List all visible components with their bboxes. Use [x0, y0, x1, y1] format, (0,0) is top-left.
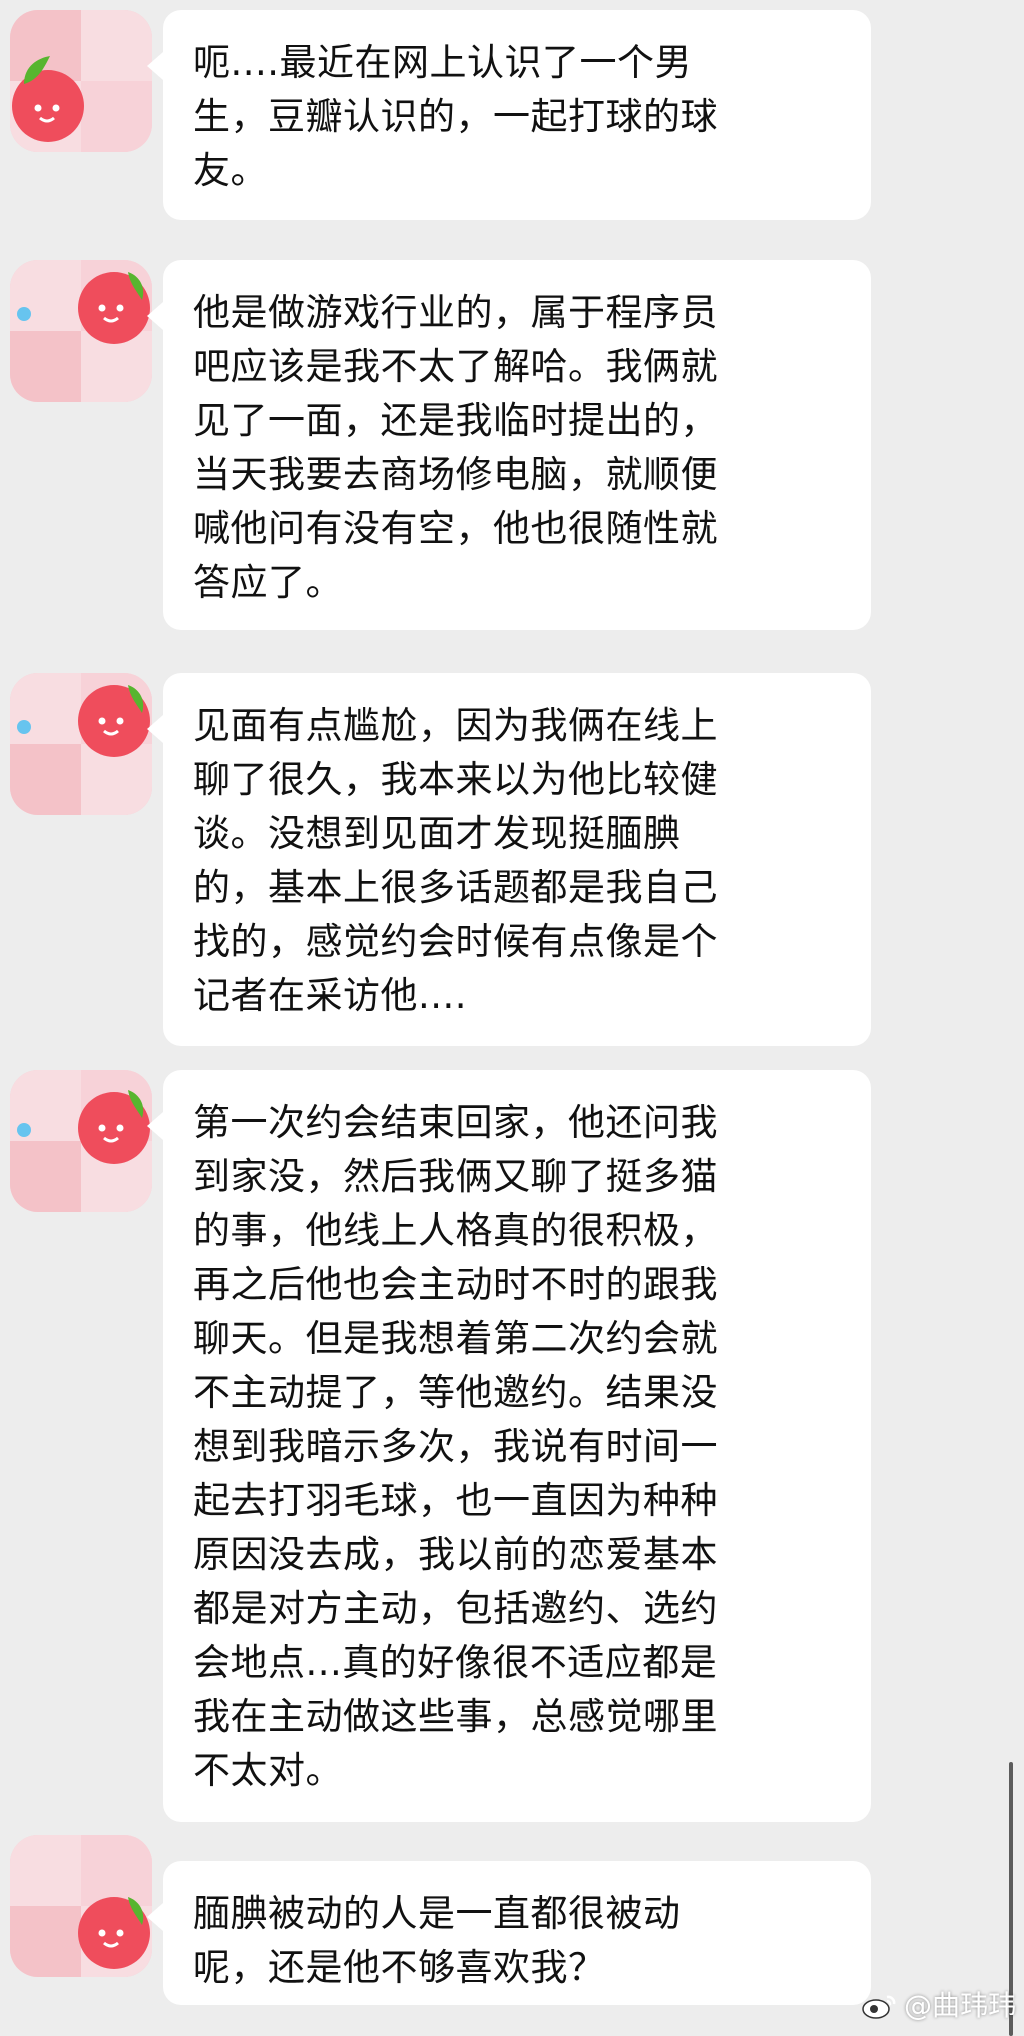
chat-message: 腼腆被动的人是一直都很被动 呢，还是他不够喜欢我？	[0, 1835, 1024, 2005]
message-bubble[interactable]: 腼腆被动的人是一直都很被动 呢，还是他不够喜欢我？	[147, 1861, 871, 2005]
weibo-logo-icon	[860, 1991, 898, 2021]
avatar[interactable]	[10, 260, 152, 402]
chat-message: 呃....最近在网上认识了一个男 生，豆瓣认识的，一起打球的球 友。	[0, 10, 1024, 220]
chat-message: 见面有点尴尬，因为我俩在线上 聊了很久，我本来以为他比较健 谈。没想到见面才发现…	[0, 673, 1024, 1046]
avatar[interactable]	[10, 10, 152, 152]
watermark: @曲玮玮	[860, 1990, 1016, 2022]
avatar[interactable]	[10, 1835, 152, 1977]
message-text: 他是做游戏行业的，属于程序员 吧应该是我不太了解哈。我俩就 见了一面，还是我临时…	[193, 291, 718, 604]
avatar[interactable]	[10, 673, 152, 815]
chat-message: 第一次约会结束回家，他还问我 到家没，然后我俩又聊了挺多猫 的事，他线上人格真的…	[0, 1070, 1024, 1822]
message-text: 腼腆被动的人是一直都很被动 呢，还是他不够喜欢我？	[193, 1892, 681, 1989]
apple-avatar-icon	[10, 1835, 152, 1977]
message-text: 见面有点尴尬，因为我俩在线上 聊了很久，我本来以为他比较健 谈。没想到见面才发现…	[193, 704, 718, 1017]
message-bubble[interactable]: 他是做游戏行业的，属于程序员 吧应该是我不太了解哈。我俩就 见了一面，还是我临时…	[147, 260, 871, 630]
message-text: 第一次约会结束回家，他还问我 到家没，然后我俩又聊了挺多猫 的事，他线上人格真的…	[193, 1101, 718, 1792]
avatar[interactable]	[10, 1070, 152, 1212]
message-bubble[interactable]: 见面有点尴尬，因为我俩在线上 聊了很久，我本来以为他比较健 谈。没想到见面才发现…	[147, 673, 871, 1046]
message-bubble[interactable]: 呃....最近在网上认识了一个男 生，豆瓣认识的，一起打球的球 友。	[147, 10, 871, 220]
apple-avatar-icon	[10, 673, 152, 815]
message-text: 呃....最近在网上认识了一个男 生，豆瓣认识的，一起打球的球 友。	[193, 41, 718, 192]
chat-message: 他是做游戏行业的，属于程序员 吧应该是我不太了解哈。我俩就 见了一面，还是我临时…	[0, 260, 1024, 630]
watermark-text: @曲玮玮	[903, 1989, 1016, 2022]
apple-avatar-icon	[10, 1070, 152, 1212]
message-bubble[interactable]: 第一次约会结束回家，他还问我 到家没，然后我俩又聊了挺多猫 的事，他线上人格真的…	[147, 1070, 871, 1822]
apple-avatar-icon	[10, 10, 152, 152]
apple-avatar-icon	[10, 260, 152, 402]
